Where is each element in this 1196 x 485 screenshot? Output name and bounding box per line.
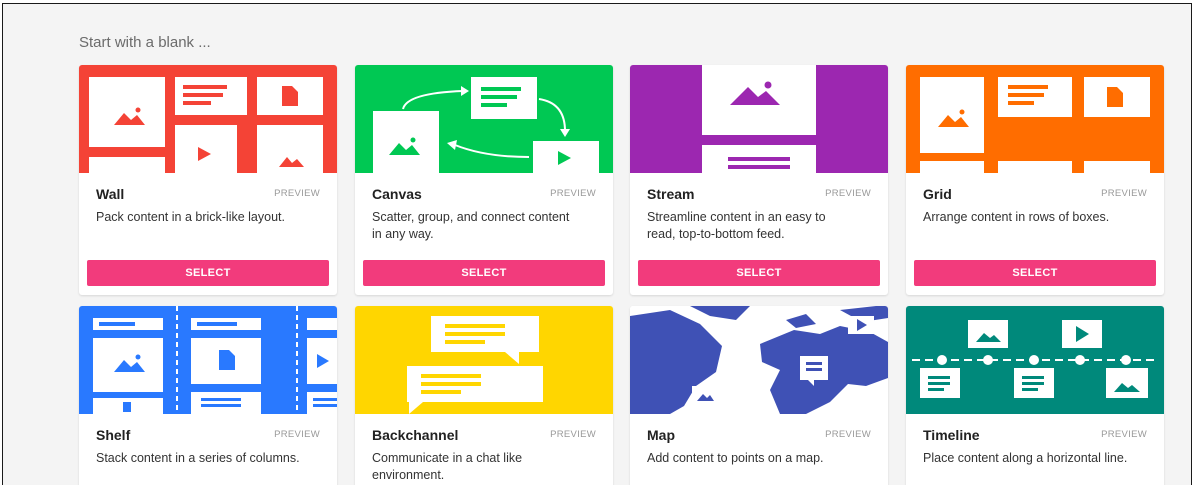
card-shelf[interactable]: Shelf PREVIEW Stack content in a series …: [79, 306, 337, 485]
card-backchannel[interactable]: Backchannel PREVIEW Communicate in a cha…: [355, 306, 613, 485]
card-description: Pack content in a brick-like layout.: [96, 210, 285, 224]
card-description: Stack content in a series of columns.: [96, 451, 300, 465]
wall-layout-icon: [79, 65, 337, 173]
card-title: Backchannel: [372, 427, 459, 443]
shelf-layout-icon: [79, 306, 337, 414]
canvas-layout-icon: [355, 65, 613, 173]
card-map[interactable]: Map PREVIEW Add content to points on a m…: [630, 306, 888, 485]
card-wall[interactable]: Wall PREVIEW Pack content in a brick-lik…: [79, 65, 337, 295]
preview-link[interactable]: PREVIEW: [825, 188, 871, 199]
card-title: Grid: [923, 186, 952, 202]
card-stream[interactable]: Stream PREVIEW Streamline content in an …: [630, 65, 888, 295]
select-button[interactable]: SELECT: [914, 260, 1156, 286]
card-description: Place content along a horizontal line.: [923, 451, 1128, 465]
card-canvas[interactable]: Canvas PREVIEW Scatter, group, and conne…: [355, 65, 613, 295]
backchannel-layout-icon: [355, 306, 613, 414]
select-button[interactable]: SELECT: [87, 260, 329, 286]
card-description: Scatter, group, and connect content in a…: [372, 210, 570, 241]
preview-link[interactable]: PREVIEW: [550, 188, 596, 199]
map-layout-icon: [630, 306, 888, 414]
card-description: Add content to points on a map.: [647, 451, 824, 465]
preview-link[interactable]: PREVIEW: [825, 429, 871, 440]
card-description: Streamline content in an easy to read, t…: [647, 210, 826, 241]
grid-layout-icon: [906, 65, 1164, 173]
card-title: Timeline: [923, 427, 980, 443]
card-title: Map: [647, 427, 675, 443]
card-title: Canvas: [372, 186, 422, 202]
select-button[interactable]: SELECT: [638, 260, 880, 286]
select-button[interactable]: SELECT: [363, 260, 605, 286]
card-grid[interactable]: Grid PREVIEW Arrange content in rows of …: [906, 65, 1164, 295]
preview-link[interactable]: PREVIEW: [1101, 429, 1147, 440]
card-timeline[interactable]: Timeline PREVIEW Place content along a h…: [906, 306, 1164, 485]
card-description: Arrange content in rows of boxes.: [923, 210, 1110, 224]
timeline-layout-icon: [906, 306, 1164, 414]
card-description: Communicate in a chat like environment.: [372, 451, 523, 482]
card-title: Shelf: [96, 427, 131, 443]
preview-link[interactable]: PREVIEW: [274, 429, 320, 440]
card-title: Stream: [647, 186, 695, 202]
card-title: Wall: [96, 186, 125, 202]
section-heading: Start with a blank ...: [79, 34, 211, 51]
layout-picker-panel: Start with a blank ... Wall PREVIEW Pack…: [2, 3, 1192, 485]
preview-link[interactable]: PREVIEW: [1101, 188, 1147, 199]
preview-link[interactable]: PREVIEW: [550, 429, 596, 440]
preview-link[interactable]: PREVIEW: [274, 188, 320, 199]
stream-layout-icon: [630, 65, 888, 173]
